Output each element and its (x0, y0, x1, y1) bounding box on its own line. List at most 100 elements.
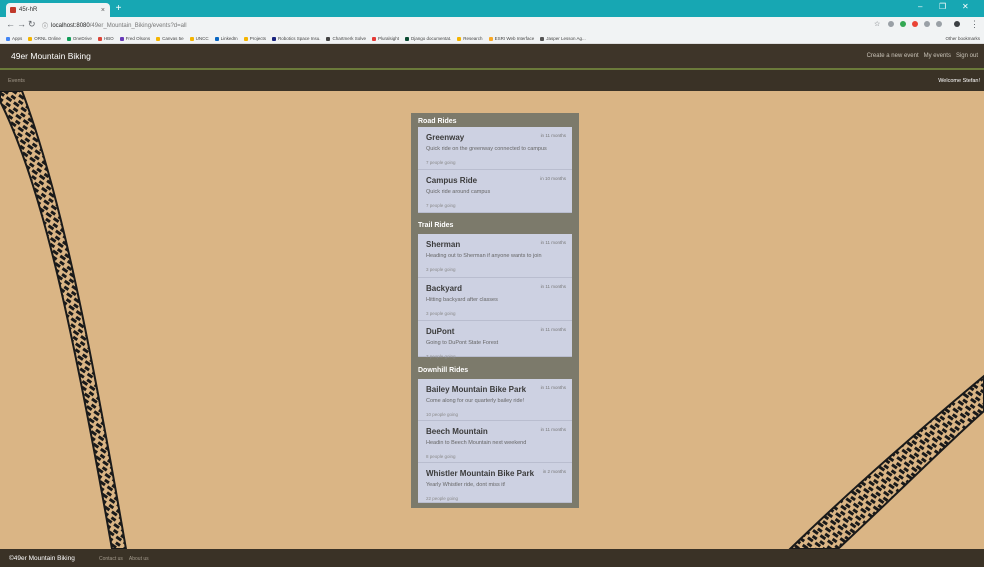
back-icon[interactable]: ← (6, 19, 15, 29)
ride-name[interactable]: DuPont (426, 327, 454, 336)
new-tab-button[interactable]: + (113, 3, 124, 14)
ride-description: Come along for our quarterly bailey ride… (426, 398, 525, 404)
bookmark-label: Research (463, 36, 483, 41)
bookmark-item[interactable]: Research (457, 33, 483, 43)
maximize-icon[interactable]: ❐ (939, 2, 946, 11)
ride-going-count: 3 people going (426, 267, 456, 272)
ride-description: Quick ride around campus (426, 189, 491, 195)
ride-name[interactable]: Backyard (426, 284, 462, 293)
bookmark-item[interactable]: HBO (97, 33, 114, 43)
ride-name[interactable]: Bailey Mountain Bike Park (426, 385, 526, 394)
ride-when: in 10 months (540, 176, 566, 181)
browser-tab[interactable]: 45r-hR × (6, 3, 110, 17)
minimize-icon[interactable]: – (918, 2, 922, 11)
bookmark-label: Jasper Lesson Ag... (546, 36, 586, 41)
ride-description: Heading out to Sherman if anyone wants t… (426, 253, 542, 259)
ride-card[interactable]: Beech Mountain in 11 months Headin to Be… (418, 421, 572, 463)
bookmark-icon (405, 36, 410, 41)
navbar-links: Create a new event My events Sign out (867, 53, 978, 59)
bookmark-icon (189, 36, 194, 41)
ride-going-count: 8 people going (426, 454, 456, 459)
extension-icon[interactable] (936, 21, 942, 27)
bookmark-item[interactable]: Robotics Space Insu. (271, 33, 320, 43)
bookmark-icon (97, 36, 102, 41)
ride-name[interactable]: Whistler Mountain Bike Park (426, 469, 534, 478)
bookmark-item[interactable]: Chartmerk Solve (326, 33, 366, 43)
extension-icon[interactable] (924, 21, 930, 27)
bookmark-item[interactable]: Pluralsight (372, 33, 399, 43)
bookmark-label: Apps (12, 36, 23, 41)
other-bookmarks[interactable]: Other bookmarks (945, 33, 980, 43)
ride-name[interactable]: Sherman (426, 240, 460, 249)
ride-going-count: 7 people going (426, 203, 456, 208)
url-host: localhost:8080 (51, 22, 90, 29)
bookmark-label: LinkedIn (220, 36, 238, 41)
bookmark-icon (119, 36, 124, 41)
site-brand[interactable]: 49er Mountain Biking (11, 51, 91, 61)
favicon-icon (10, 7, 16, 13)
ride-card[interactable]: Greenway in 11 months Quick ride on the … (418, 127, 572, 170)
my-events-link[interactable]: My events (924, 53, 951, 59)
ride-when: in 11 months (540, 133, 566, 138)
bookmark-item[interactable]: LinkedIn (214, 33, 238, 43)
right-tire-track (790, 376, 984, 549)
forward-icon[interactable]: → (17, 19, 26, 29)
bookmark-icon (243, 36, 248, 41)
bookmark-icon (6, 36, 10, 41)
bookmark-icon (326, 36, 331, 41)
tab-close-icon[interactable]: × (101, 7, 105, 14)
ride-description: Going to DuPont State Forest (426, 340, 499, 346)
bookmark-icon (66, 36, 71, 41)
ride-when: in 11 months (540, 284, 566, 289)
ride-when: in 11 months (540, 327, 566, 332)
extension-icon[interactable] (888, 21, 894, 27)
bookmark-item[interactable]: Canvas 5e (156, 33, 184, 43)
bookmark-item[interactable]: UNCC (189, 33, 209, 43)
events-link[interactable]: Events (8, 78, 25, 84)
bookmark-icon (156, 36, 161, 41)
about-us-link[interactable]: About us (129, 556, 149, 562)
bookmark-label: ORNL Online (34, 36, 61, 41)
extension-icon[interactable] (912, 21, 918, 27)
ride-name[interactable]: Greenway (426, 133, 464, 142)
bookmark-label: UNCC (195, 36, 209, 41)
bookmark-item[interactable]: OneDrive (66, 33, 92, 43)
ride-card[interactable]: Bailey Mountain Bike Park in 11 months C… (418, 379, 572, 421)
sign-out-link[interactable]: Sign out (956, 53, 978, 59)
window-close-icon[interactable]: ✕ (962, 2, 969, 11)
profile-avatar[interactable] (954, 21, 960, 27)
bookmark-item[interactable]: ESRI Web Interface (488, 33, 535, 43)
section-title-road-rides: Road Rides (418, 118, 457, 125)
ride-description: Quick ride on the greenway connected to … (426, 146, 547, 152)
info-icon: ⓘ (42, 24, 49, 30)
ride-when: in 11 months (540, 385, 566, 390)
ride-card[interactable]: DuPont in 11 months Going to DuPont Stat… (418, 321, 572, 359)
bookmark-star-icon[interactable]: ☆ (874, 20, 880, 28)
bookmark-item[interactable]: ORNL Online (28, 33, 61, 43)
bookmark-item[interactable]: Apps (6, 33, 23, 43)
ride-card[interactable]: Campus Ride in 10 months Quick ride arou… (418, 170, 572, 213)
bookmark-label: ESRI Web Interface (494, 36, 535, 41)
reload-icon[interactable]: ↻ (28, 19, 36, 30)
extension-icon[interactable] (900, 21, 906, 27)
bookmark-item[interactable]: Fred Olsons (119, 33, 150, 43)
create-event-link[interactable]: Create a new event (867, 53, 919, 59)
tab-title: 45r-hR (19, 7, 38, 13)
events-panel: Road Rides Greenway in 11 months Quick r… (411, 113, 579, 508)
ride-description: Headin to Beech Mountain next weekend (426, 440, 527, 446)
url-field[interactable]: ⓘ localhost:8080/49er_Mountain_Biking/ev… (42, 20, 862, 31)
ride-card[interactable]: Backyard in 11 months Hitting backyard a… (418, 278, 572, 321)
footer-links: Contact us About us (99, 556, 149, 562)
ride-card[interactable]: Sherman in 11 months Heading out to Sher… (418, 234, 572, 278)
browser-menu-icon[interactable]: ⋮ (970, 19, 979, 30)
welcome-message: Welcome Stefan! (938, 78, 980, 84)
contact-us-link[interactable]: Contact us (99, 556, 123, 562)
ride-card[interactable]: Whistler Mountain Bike Park in 2 months … (418, 463, 572, 503)
ride-name[interactable]: Campus Ride (426, 176, 477, 185)
browser-tab-strip: 45r-hR × + – ❐ ✕ (0, 0, 984, 17)
bookmark-item[interactable]: Jasper Lesson Ag... (540, 33, 586, 43)
bookmark-item[interactable]: Django documentat. (405, 33, 451, 43)
ride-going-count: 22 people going (426, 496, 459, 501)
ride-name[interactable]: Beech Mountain (426, 427, 488, 436)
bookmark-item[interactable]: Projects (243, 33, 266, 43)
